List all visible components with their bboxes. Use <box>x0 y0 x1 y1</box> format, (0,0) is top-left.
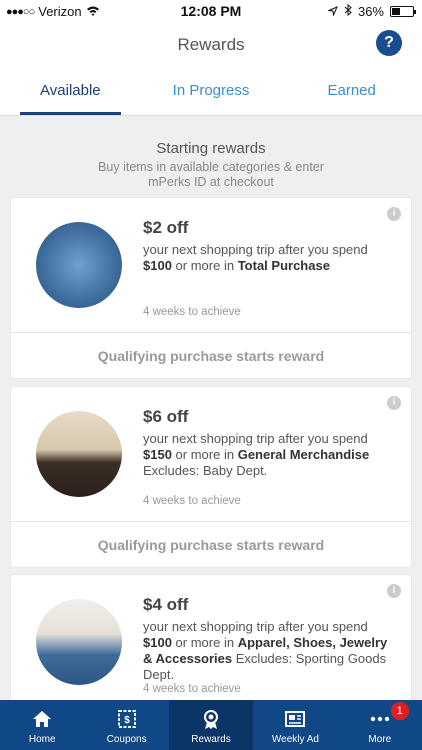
home-icon <box>31 708 53 730</box>
nav-more[interactable]: More 1 <box>338 700 422 750</box>
nav-coupons-label: Coupons <box>106 734 147 745</box>
weekly-ad-icon <box>284 708 306 730</box>
nav-more-label: More <box>368 734 392 745</box>
tab-available[interactable]: Available <box>0 68 141 115</box>
tab-earned[interactable]: Earned <box>281 68 422 115</box>
reward-eta: 4 weeks to achieve <box>143 306 241 318</box>
section-subtitle-line2: mPerks ID at checkout <box>148 175 274 189</box>
reward-card[interactable]: i $4 off your next shopping trip after y… <box>11 575 411 715</box>
section-heading: Starting rewards <box>156 140 266 157</box>
rewards-icon <box>200 708 222 730</box>
nav-coupons[interactable]: $ Coupons <box>84 700 168 750</box>
reward-status: Qualifying purchase starts reward <box>11 332 411 378</box>
svg-text:$: $ <box>124 715 130 726</box>
more-icon <box>369 708 391 730</box>
section-subtitle-line1: Buy items in available categories & ente… <box>98 160 324 174</box>
nav-home-label: Home <box>28 734 56 745</box>
battery-percent: 36% <box>357 4 384 19</box>
tab-in-progress[interactable]: In Progress <box>141 68 282 115</box>
bottom-nav: Home $ Coupons Rewards Weekly Ad More 1 <box>0 700 422 750</box>
nav-weekly-ad[interactable]: Weekly Ad <box>253 700 337 750</box>
reward-card[interactable]: i $6 off your next shopping trip after y… <box>11 387 411 567</box>
reward-image-home-decor <box>36 411 122 497</box>
reward-description: your next shopping trip after you spend … <box>143 242 368 273</box>
reward-image-apparel <box>36 599 122 685</box>
nav-rewards[interactable]: Rewards <box>168 700 254 750</box>
reward-description: your next shopping trip after you spend … <box>143 431 370 478</box>
reward-description: your next shopping trip after you spend … <box>143 619 388 682</box>
tab-bar: Available In Progress Earned <box>0 68 422 116</box>
reward-amount: $4 off <box>143 595 189 614</box>
location-icon <box>327 4 338 19</box>
notification-badge: 1 <box>390 702 409 720</box>
reward-eta: 4 weeks to achieve <box>143 495 241 507</box>
header: Rewards ? <box>0 22 422 68</box>
reward-image-shopping-cart <box>36 222 122 308</box>
coupon-icon: $ <box>116 708 138 730</box>
nav-weekly-ad-label: Weekly Ad <box>271 734 319 745</box>
reward-amount: $2 off <box>143 218 189 237</box>
question-mark-icon[interactable]: ? <box>376 30 402 56</box>
reward-amount: $6 off <box>143 407 189 426</box>
page-title: Rewards <box>177 35 245 54</box>
rewards-intro: Starting rewards Buy items in available … <box>0 140 422 190</box>
bluetooth-icon <box>344 3 352 19</box>
reward-status: Qualifying purchase starts reward <box>11 521 411 567</box>
status-bar: ●●●○○ Verizon 12:08 PM 36% <box>0 0 422 22</box>
battery-icon <box>390 6 416 17</box>
nav-home[interactable]: Home <box>0 700 84 750</box>
nav-rewards-label: Rewards <box>191 734 231 745</box>
reward-eta: 4 weeks to achieve <box>143 683 241 695</box>
reward-card[interactable]: i $2 off your next shopping trip after y… <box>11 198 411 378</box>
